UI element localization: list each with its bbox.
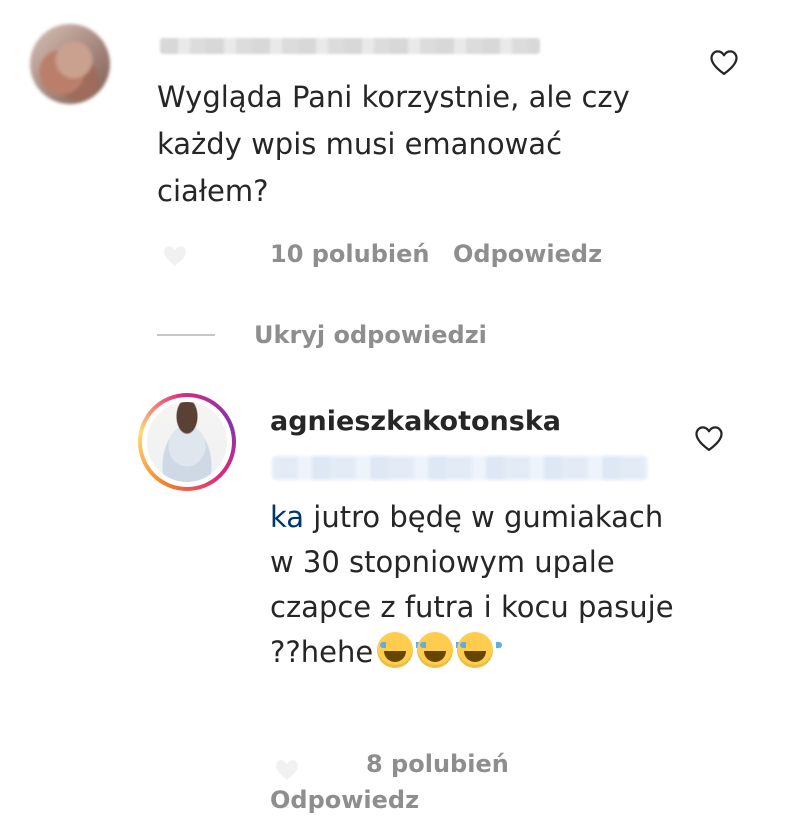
replies-divider bbox=[157, 334, 215, 336]
face-with-tears-of-joy-icon bbox=[457, 632, 503, 668]
commenter-username-blurred bbox=[160, 38, 540, 54]
comment-likes-count[interactable]: 10 polubień bbox=[270, 240, 430, 268]
comment-reply-button[interactable]: Odpowiedz bbox=[453, 240, 602, 268]
faint-icon bbox=[272, 758, 302, 782]
face-with-tears-of-joy-icon bbox=[377, 632, 423, 668]
reply-author-avatar[interactable] bbox=[138, 393, 236, 491]
like-reply-heart-icon[interactable] bbox=[694, 424, 724, 452]
like-comment-heart-icon[interactable] bbox=[709, 48, 739, 76]
mention-link[interactable]: ka bbox=[270, 500, 304, 534]
reply-blurred-line bbox=[272, 456, 648, 480]
commenter-avatar[interactable] bbox=[30, 24, 110, 104]
avatar-ring-gap bbox=[142, 397, 232, 487]
reply-reply-button[interactable]: Odpowiedz bbox=[270, 786, 419, 814]
comment-text: Wygląda Pani korzystnie, ale czy każdy w… bbox=[157, 80, 630, 208]
face-with-tears-of-joy-icon bbox=[417, 632, 463, 668]
reply-author-username[interactable]: agnieszkakotonska bbox=[270, 406, 561, 437]
faint-icon bbox=[160, 244, 190, 268]
hide-replies-button[interactable]: Ukryj odpowiedzi bbox=[254, 321, 487, 349]
avatar-photo bbox=[147, 402, 227, 482]
reply-text: ka jutro będę w gumiakach w 30 stopniowy… bbox=[270, 495, 690, 675]
reply-likes-count[interactable]: 8 polubień bbox=[366, 750, 509, 778]
